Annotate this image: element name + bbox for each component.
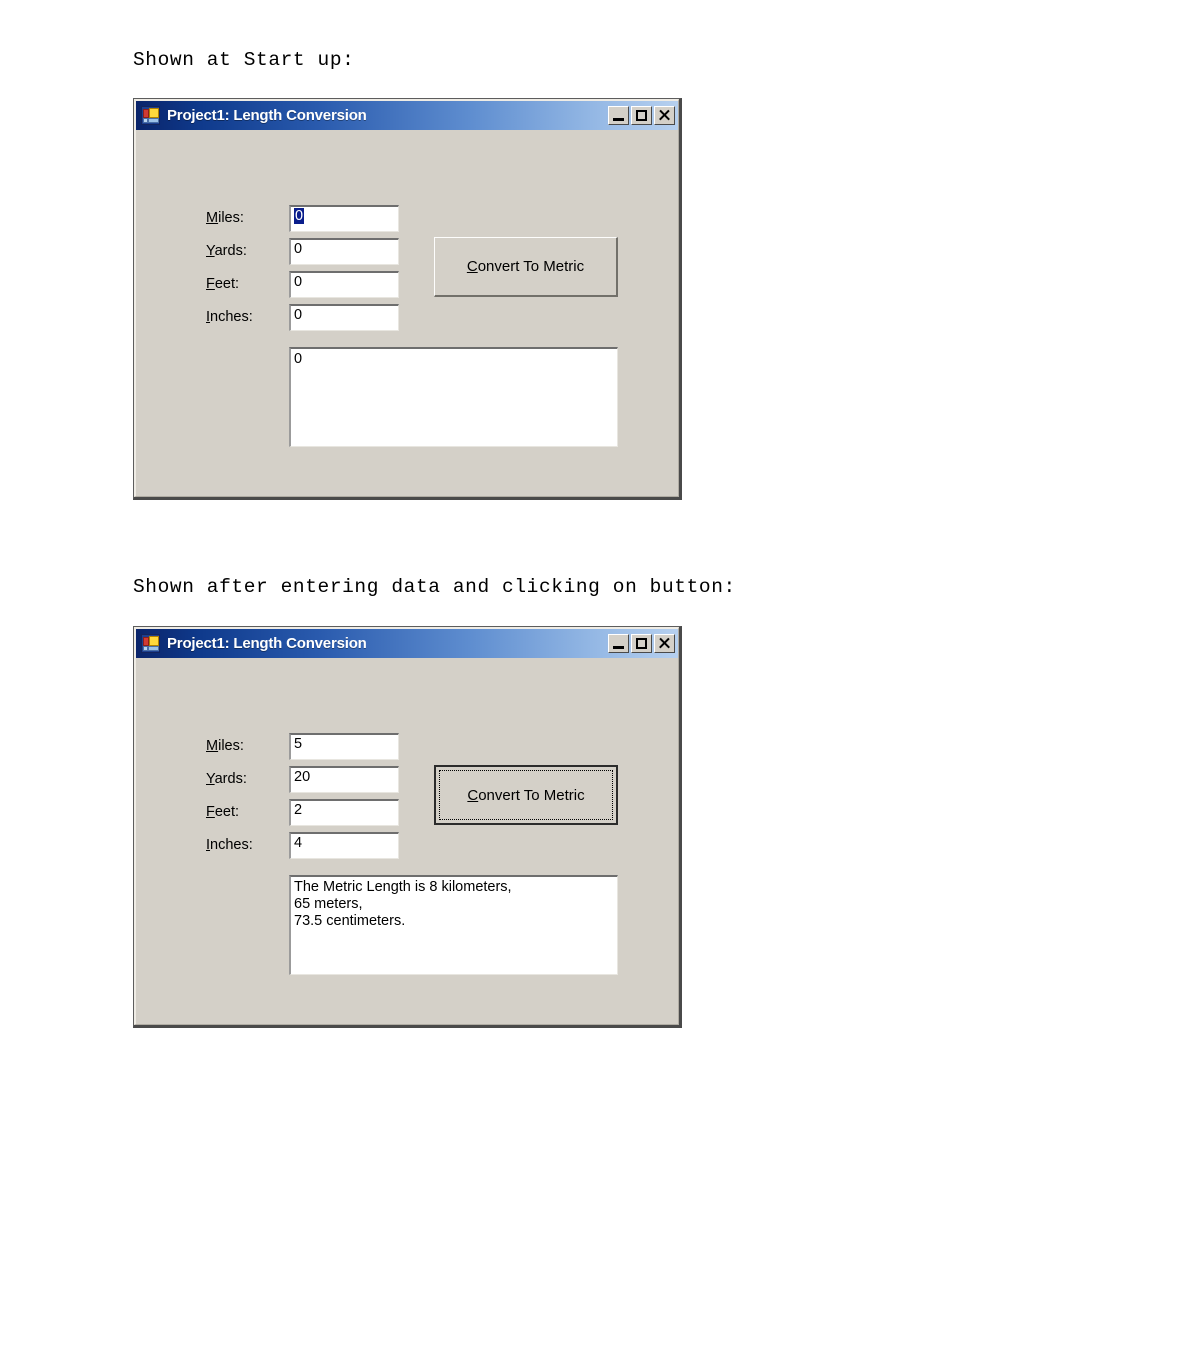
window-title: Project1: Length Conversion <box>167 107 367 124</box>
window-startup: Project1: Length Conversion Miles: Yards… <box>133 98 682 500</box>
label-yards: Yards: <box>206 243 247 259</box>
label-inches: Inches: <box>206 309 253 325</box>
miles-input[interactable]: 5 <box>289 733 399 760</box>
titlebar-result[interactable]: Project1: Length Conversion <box>136 629 678 658</box>
vb-form-icon <box>141 106 160 125</box>
maximize-button[interactable] <box>631 634 652 653</box>
titlebar-startup[interactable]: Project1: Length Conversion <box>136 101 678 130</box>
inches-input[interactable]: 4 <box>289 832 399 859</box>
minimize-button[interactable] <box>608 634 629 653</box>
result-output[interactable]: 0 <box>289 347 618 447</box>
minimize-button[interactable] <box>608 106 629 125</box>
close-icon <box>655 635 674 652</box>
label-miles: Miles: <box>206 738 244 754</box>
convert-to-metric-button[interactable]: Convert To Metric <box>434 237 618 297</box>
window-result: Project1: Length Conversion Miles: Yards… <box>133 626 682 1028</box>
caption-startup: Shown at Start up: <box>133 49 355 71</box>
window-title: Project1: Length Conversion <box>167 635 367 652</box>
close-icon <box>655 107 674 124</box>
convert-to-metric-button[interactable]: Convert To Metric <box>434 765 618 825</box>
label-yards: Yards: <box>206 771 247 787</box>
titlebar-button-group <box>608 106 675 125</box>
close-button[interactable] <box>654 634 675 653</box>
minimize-icon <box>613 118 624 121</box>
result-output[interactable]: The Metric Length is 8 kilometers, 65 me… <box>289 875 618 975</box>
label-feet: Feet: <box>206 276 240 292</box>
form-client-area-result: Miles: Yards: Feet: Inches: 5 20 2 4 Con… <box>136 658 678 1024</box>
label-inches: Inches: <box>206 837 253 853</box>
maximize-icon <box>636 638 647 649</box>
vb-form-icon <box>141 634 160 653</box>
yards-input[interactable]: 20 <box>289 766 399 793</box>
inches-input[interactable]: 0 <box>289 304 399 331</box>
maximize-button[interactable] <box>631 106 652 125</box>
minimize-icon <box>613 646 624 649</box>
feet-input[interactable]: 0 <box>289 271 399 298</box>
caption-result: Shown after entering data and clicking o… <box>133 576 736 598</box>
convert-button-label: Convert To Metric <box>466 258 585 275</box>
close-button[interactable] <box>654 106 675 125</box>
feet-input[interactable]: 2 <box>289 799 399 826</box>
maximize-icon <box>636 110 647 121</box>
label-feet: Feet: <box>206 804 240 820</box>
titlebar-button-group <box>608 634 675 653</box>
convert-button-label: Convert To Metric <box>467 786 585 804</box>
form-client-area-startup: Miles: Yards: Feet: Inches: 0 0 0 0 Conv… <box>136 130 678 496</box>
miles-input[interactable]: 0 <box>289 205 399 232</box>
label-miles: Miles: <box>206 210 244 226</box>
yards-input[interactable]: 0 <box>289 238 399 265</box>
